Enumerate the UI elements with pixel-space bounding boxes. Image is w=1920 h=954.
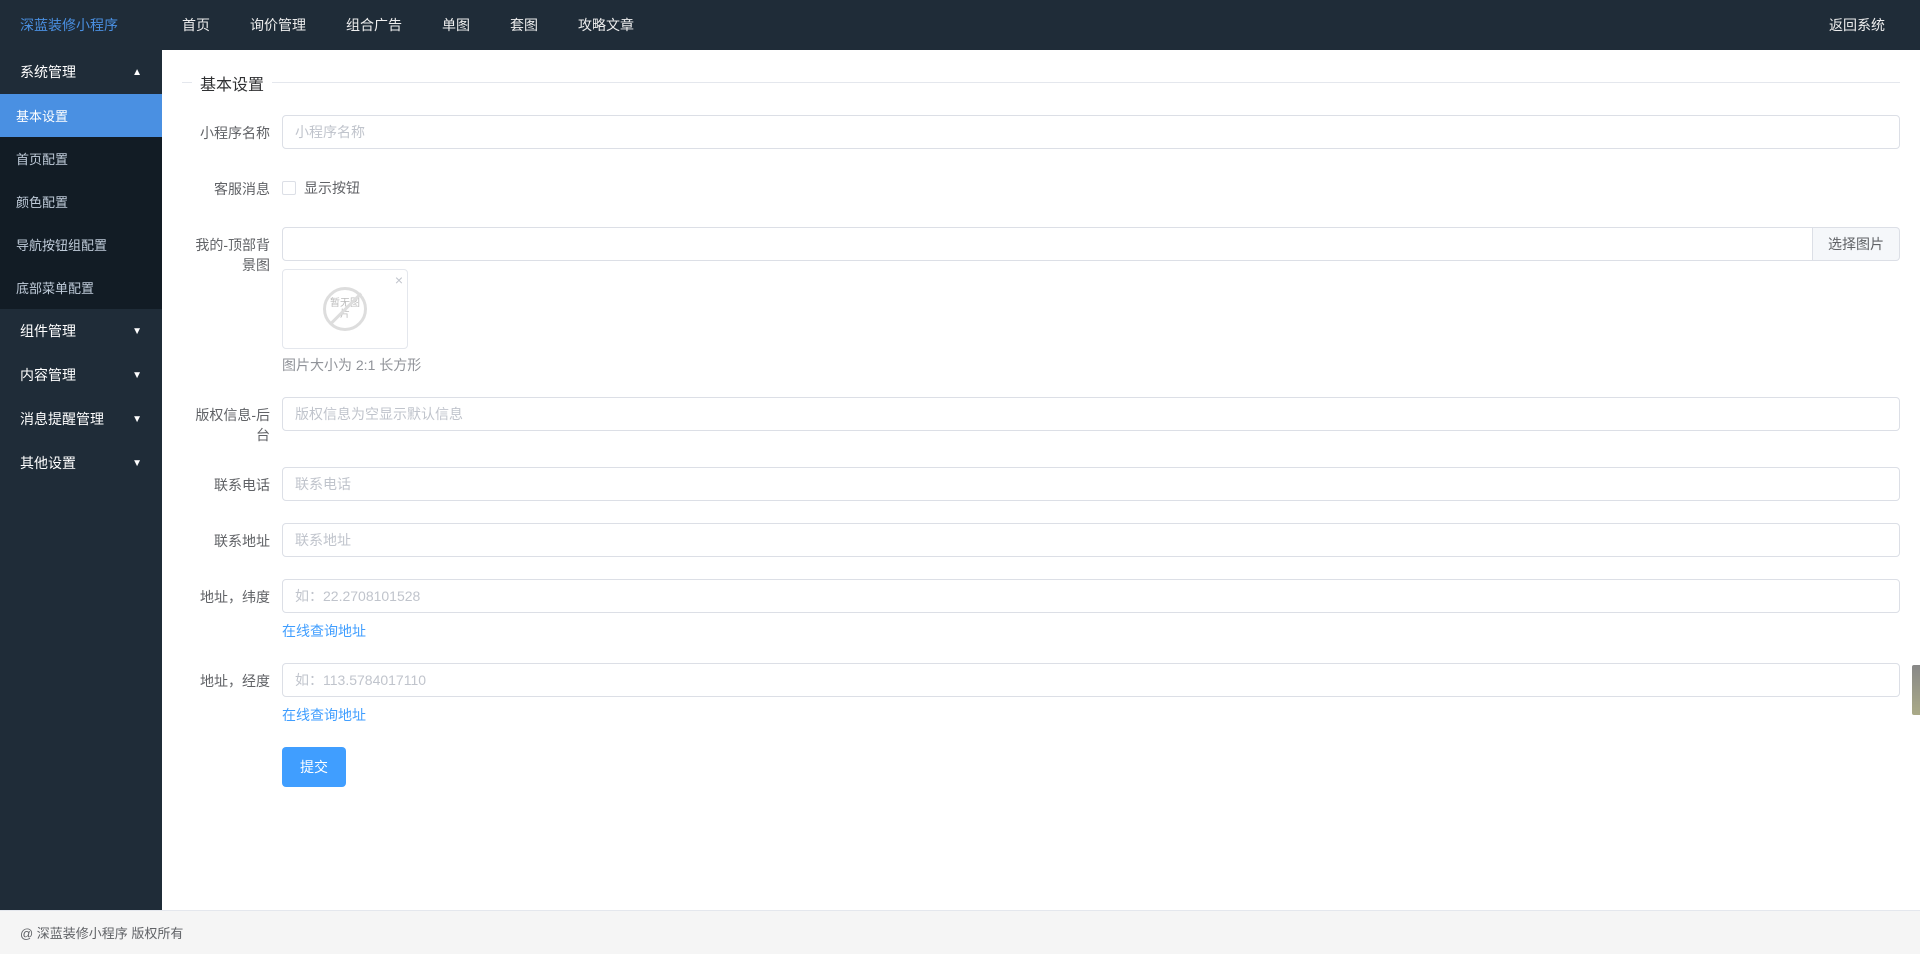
row-copyright: 版权信息-后台 — [182, 397, 1900, 445]
label-app-name: 小程序名称 — [182, 115, 282, 149]
no-image-text: 暂无图片 — [326, 298, 364, 320]
input-address[interactable] — [282, 523, 1900, 557]
topnav-inquiry[interactable]: 询价管理 — [230, 0, 326, 50]
topbar: 深蓝装修小程序 首页 询价管理 组合广告 单图 套图 攻略文章 返回系统 — [0, 0, 1920, 50]
side-item-basic-settings[interactable]: 基本设置 — [0, 94, 162, 137]
chevron-down-icon: ▼ — [132, 326, 142, 337]
side-item-bottom-menu-config[interactable]: 底部菜单配置 — [0, 266, 162, 309]
topnav-suite-img[interactable]: 套图 — [490, 0, 558, 50]
topnav-single-img[interactable]: 单图 — [422, 0, 490, 50]
side-group-system[interactable]: 系统管理 ▲ — [0, 50, 162, 94]
link-query-address-lng[interactable]: 在线查询地址 — [282, 705, 366, 725]
no-image-icon: 暂无图片 — [323, 287, 367, 331]
row-customer-msg: 客服消息 显示按钮 — [182, 171, 1900, 205]
side-group-content[interactable]: 内容管理 ▼ — [0, 353, 162, 397]
label-customer-msg: 客服消息 — [182, 171, 282, 205]
side-group-label: 内容管理 — [20, 365, 76, 385]
topnav: 首页 询价管理 组合广告 单图 套图 攻略文章 — [162, 0, 1814, 50]
footer: @ 深蓝装修小程序 版权所有 — [0, 910, 1920, 954]
sidebar: 系统管理 ▲ 基本设置 首页配置 颜色配置 导航按钮组配置 底部菜单配置 组件管… — [0, 50, 162, 910]
input-phone[interactable] — [282, 467, 1900, 501]
row-phone: 联系电话 — [182, 467, 1900, 501]
label-phone: 联系电话 — [182, 467, 282, 501]
row-longitude: 地址，经度 在线查询地址 — [182, 663, 1900, 725]
brand[interactable]: 深蓝装修小程序 — [0, 15, 162, 35]
topnav-article[interactable]: 攻略文章 — [558, 0, 654, 50]
side-group-label: 组件管理 — [20, 321, 76, 341]
return-system[interactable]: 返回系统 — [1814, 15, 1900, 35]
checkbox-label: 显示按钮 — [304, 178, 360, 198]
chevron-up-icon: ▲ — [132, 67, 142, 78]
side-group-message[interactable]: 消息提醒管理 ▼ — [0, 397, 162, 441]
label-latitude: 地址，纬度 — [182, 579, 282, 641]
label-longitude: 地址，经度 — [182, 663, 282, 725]
chevron-down-icon: ▼ — [132, 414, 142, 425]
input-top-bg[interactable] — [282, 227, 1813, 261]
side-group-other[interactable]: 其他设置 ▼ — [0, 441, 162, 485]
row-app-name: 小程序名称 — [182, 115, 1900, 149]
close-icon[interactable]: × — [395, 272, 403, 288]
side-group-label: 系统管理 — [20, 62, 76, 82]
side-item-color-config[interactable]: 颜色配置 — [0, 180, 162, 223]
chevron-down-icon: ▼ — [132, 370, 142, 381]
side-item-home-config[interactable]: 首页配置 — [0, 137, 162, 180]
input-longitude[interactable] — [282, 663, 1900, 697]
row-top-bg: 我的-顶部背景图 选择图片 × 暂无图片 图片大小为 2:1 长方形 — [182, 227, 1900, 375]
row-address: 联系地址 — [182, 523, 1900, 557]
side-group-label: 其他设置 — [20, 453, 76, 473]
chevron-down-icon: ▼ — [132, 458, 142, 469]
topnav-home[interactable]: 首页 — [162, 0, 230, 50]
label-copyright: 版权信息-后台 — [182, 397, 282, 445]
fieldset: 基本设置 小程序名称 客服消息 显示按钮 我的-顶部背景图 — [182, 82, 1900, 787]
side-item-nav-button-config[interactable]: 导航按钮组配置 — [0, 223, 162, 266]
checkbox-show-button[interactable] — [282, 181, 296, 195]
side-group-component[interactable]: 组件管理 ▼ — [0, 309, 162, 353]
select-image-button[interactable]: 选择图片 — [1813, 227, 1900, 261]
submit-button[interactable]: 提交 — [282, 747, 346, 787]
page-title: 基本设置 — [192, 71, 272, 95]
topnav-combo-ad[interactable]: 组合广告 — [326, 0, 422, 50]
row-latitude: 地址，纬度 在线查询地址 — [182, 579, 1900, 641]
side-group-label: 消息提醒管理 — [20, 409, 104, 429]
input-app-name[interactable] — [282, 115, 1900, 149]
label-address: 联系地址 — [182, 523, 282, 557]
input-copyright[interactable] — [282, 397, 1900, 431]
hint-image-size: 图片大小为 2:1 长方形 — [282, 355, 1900, 375]
input-latitude[interactable] — [282, 579, 1900, 613]
feedback-tab[interactable] — [1912, 665, 1920, 715]
main-wrap: 系统管理 ▲ 基本设置 首页配置 颜色配置 导航按钮组配置 底部菜单配置 组件管… — [0, 50, 1920, 910]
content: 基本设置 小程序名称 客服消息 显示按钮 我的-顶部背景图 — [162, 50, 1920, 910]
image-placeholder: × 暂无图片 — [282, 269, 408, 349]
label-top-bg: 我的-顶部背景图 — [182, 227, 282, 375]
link-query-address-lat[interactable]: 在线查询地址 — [282, 621, 366, 641]
